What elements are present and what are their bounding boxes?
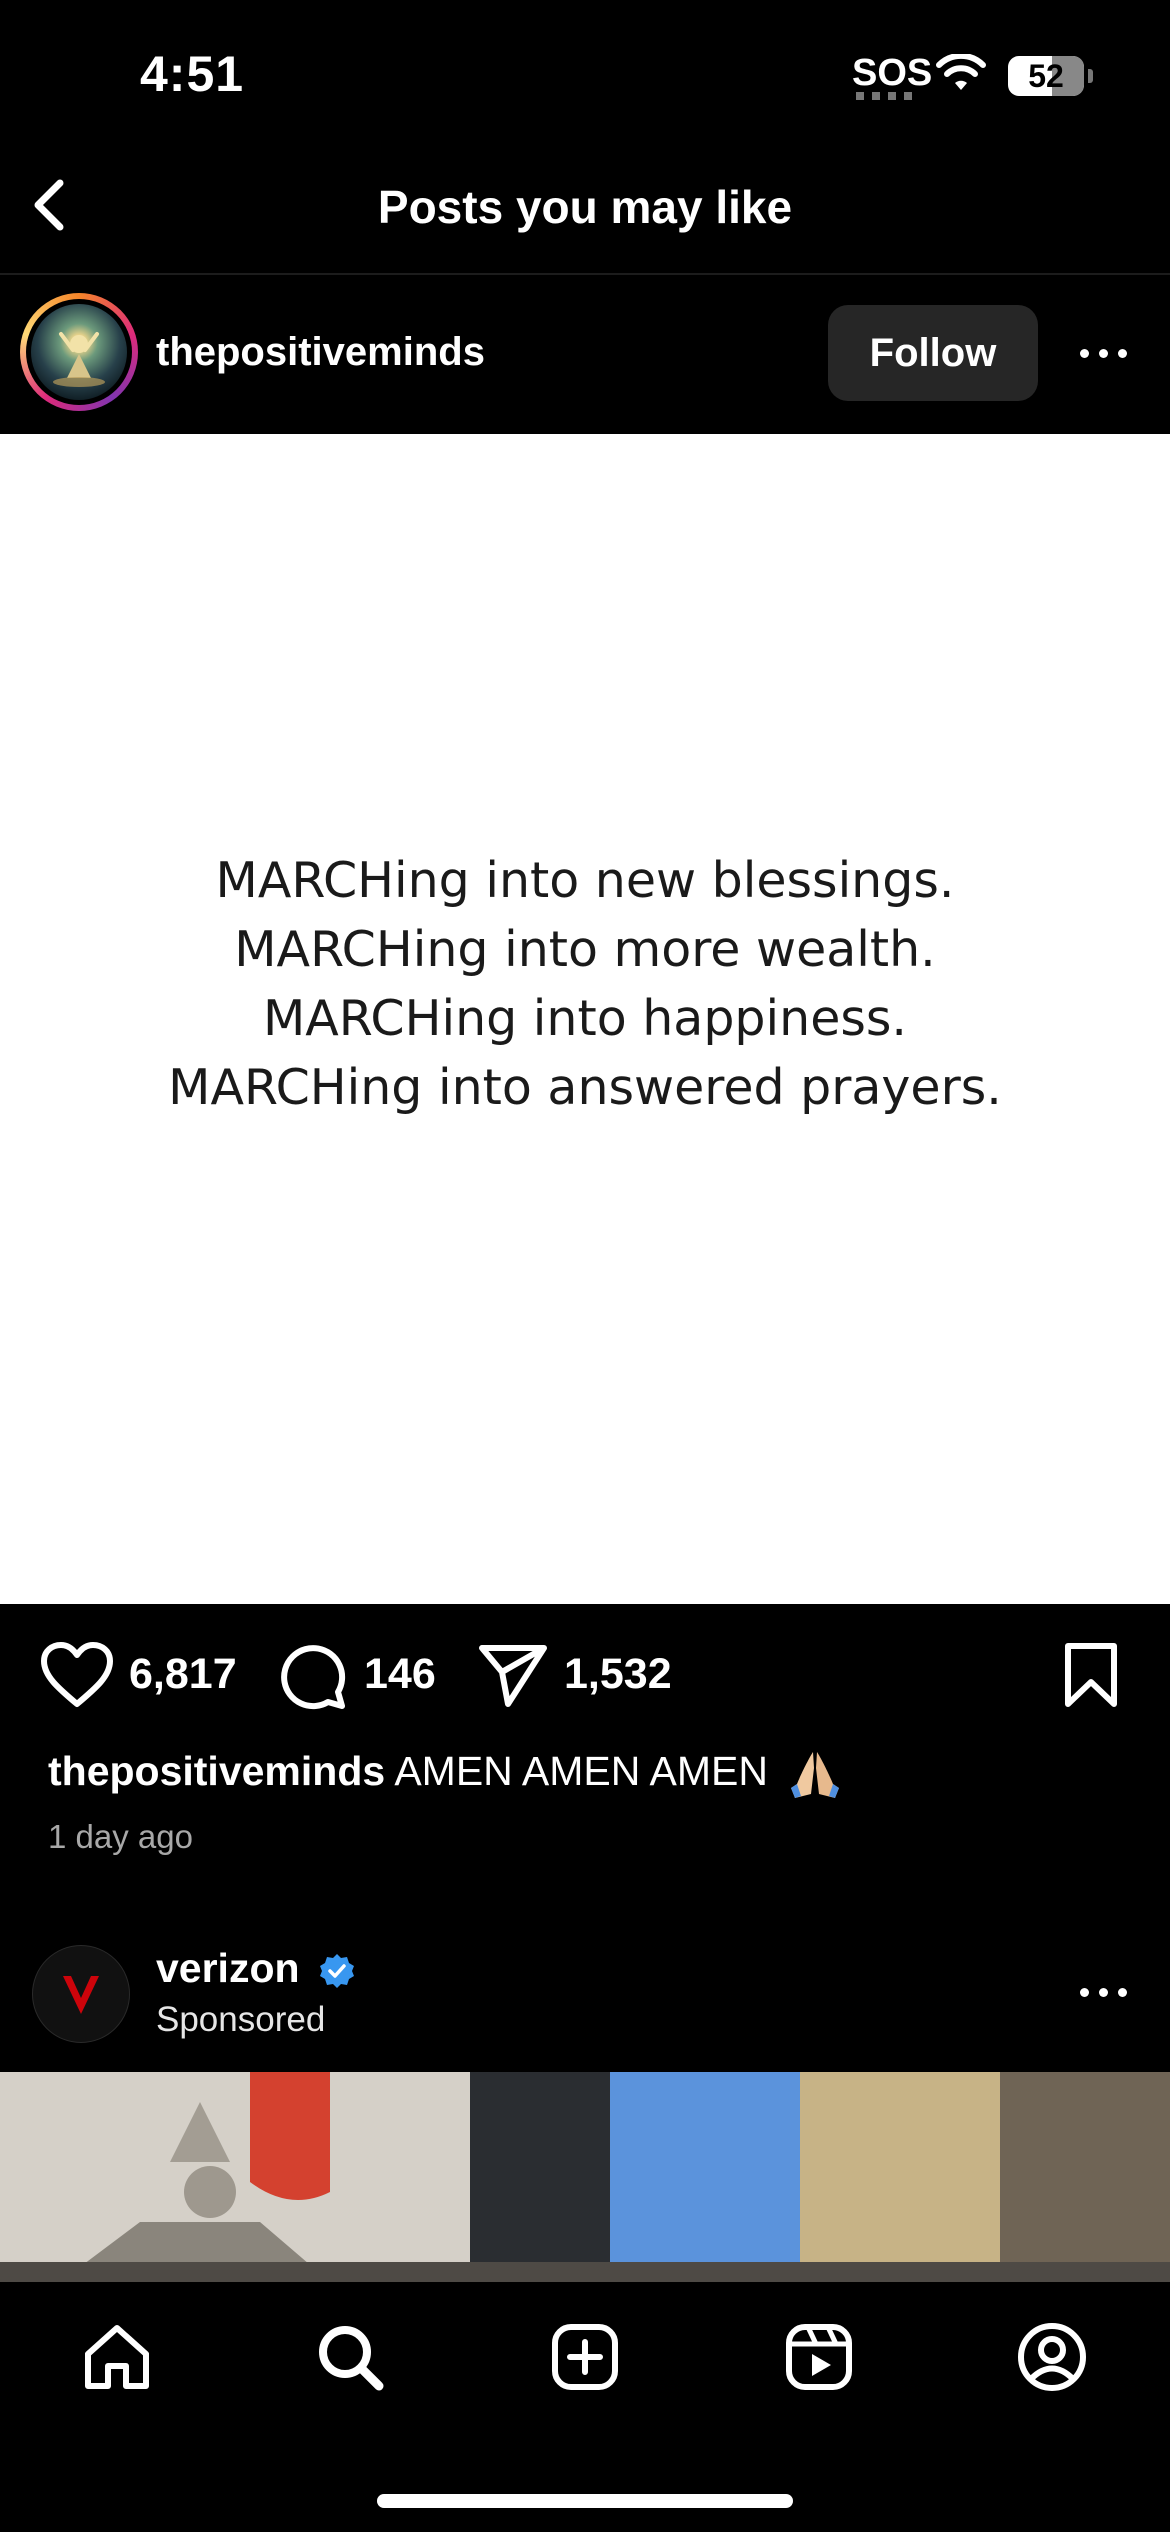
share-icon[interactable] <box>478 1642 548 1708</box>
more-options-icon[interactable] <box>1074 323 1134 383</box>
verizon-logo-icon <box>63 1976 99 2014</box>
share-count[interactable]: 1,532 <box>564 1650 672 1699</box>
create-icon[interactable] <box>550 2322 620 2392</box>
profile-icon[interactable] <box>1017 2322 1087 2392</box>
home-indicator <box>377 2494 793 2508</box>
follow-button[interactable]: Follow <box>828 305 1038 401</box>
avatar-image <box>31 304 127 400</box>
like-count[interactable]: 6,817 <box>129 1650 237 1699</box>
ad-image[interactable] <box>0 2072 1170 2282</box>
search-icon[interactable] <box>315 2322 385 2392</box>
post-username[interactable]: thepositiveminds <box>156 330 485 375</box>
ad-avatar[interactable] <box>32 1945 130 2043</box>
battery-level: 52 <box>1028 58 1064 94</box>
home-icon[interactable] <box>82 2322 152 2392</box>
verified-badge-icon <box>320 1954 354 1988</box>
post-line: MARCHing into new blessings. <box>215 852 955 909</box>
post-image-text: MARCHing into new blessings. MARCHing in… <box>0 846 1170 1122</box>
battery-tip <box>1088 69 1093 83</box>
carrier-status: SOS <box>852 52 933 94</box>
bookmark-icon[interactable] <box>1063 1642 1119 1708</box>
sponsored-label: Sponsored <box>156 2000 326 2039</box>
post-avatar[interactable] <box>20 293 138 411</box>
battery-icon: 52 <box>1008 56 1084 96</box>
header-divider <box>0 273 1170 275</box>
page-title: Posts you may like <box>377 181 793 233</box>
ad-username[interactable]: verizon <box>156 1945 300 1992</box>
post-line: MARCHing into answered prayers. <box>168 1059 1002 1116</box>
post-timestamp: 1 day ago <box>48 1818 193 1855</box>
signal-dots <box>856 92 912 100</box>
wifi-icon <box>936 54 986 90</box>
comment-icon[interactable] <box>278 1642 346 1710</box>
caption-text: AMEN AMEN AMEN <box>394 1748 768 1794</box>
post-line: MARCHing into more wealth. <box>234 921 936 978</box>
praying-hands-icon <box>791 1752 840 1799</box>
post-image[interactable]: MARCHing into new blessings. MARCHing in… <box>0 434 1170 1604</box>
post-caption: thepositiveminds AMEN AMEN AMEN <box>48 1748 843 1800</box>
comment-count[interactable]: 146 <box>364 1650 436 1699</box>
caption-username[interactable]: thepositiveminds <box>48 1748 385 1794</box>
status-time: 4:51 <box>140 46 245 102</box>
heart-icon[interactable] <box>40 1642 114 1708</box>
ad-more-options-icon[interactable] <box>1074 1962 1134 2022</box>
reels-icon[interactable] <box>784 2322 854 2392</box>
post-line: MARCHing into happiness. <box>263 990 907 1047</box>
